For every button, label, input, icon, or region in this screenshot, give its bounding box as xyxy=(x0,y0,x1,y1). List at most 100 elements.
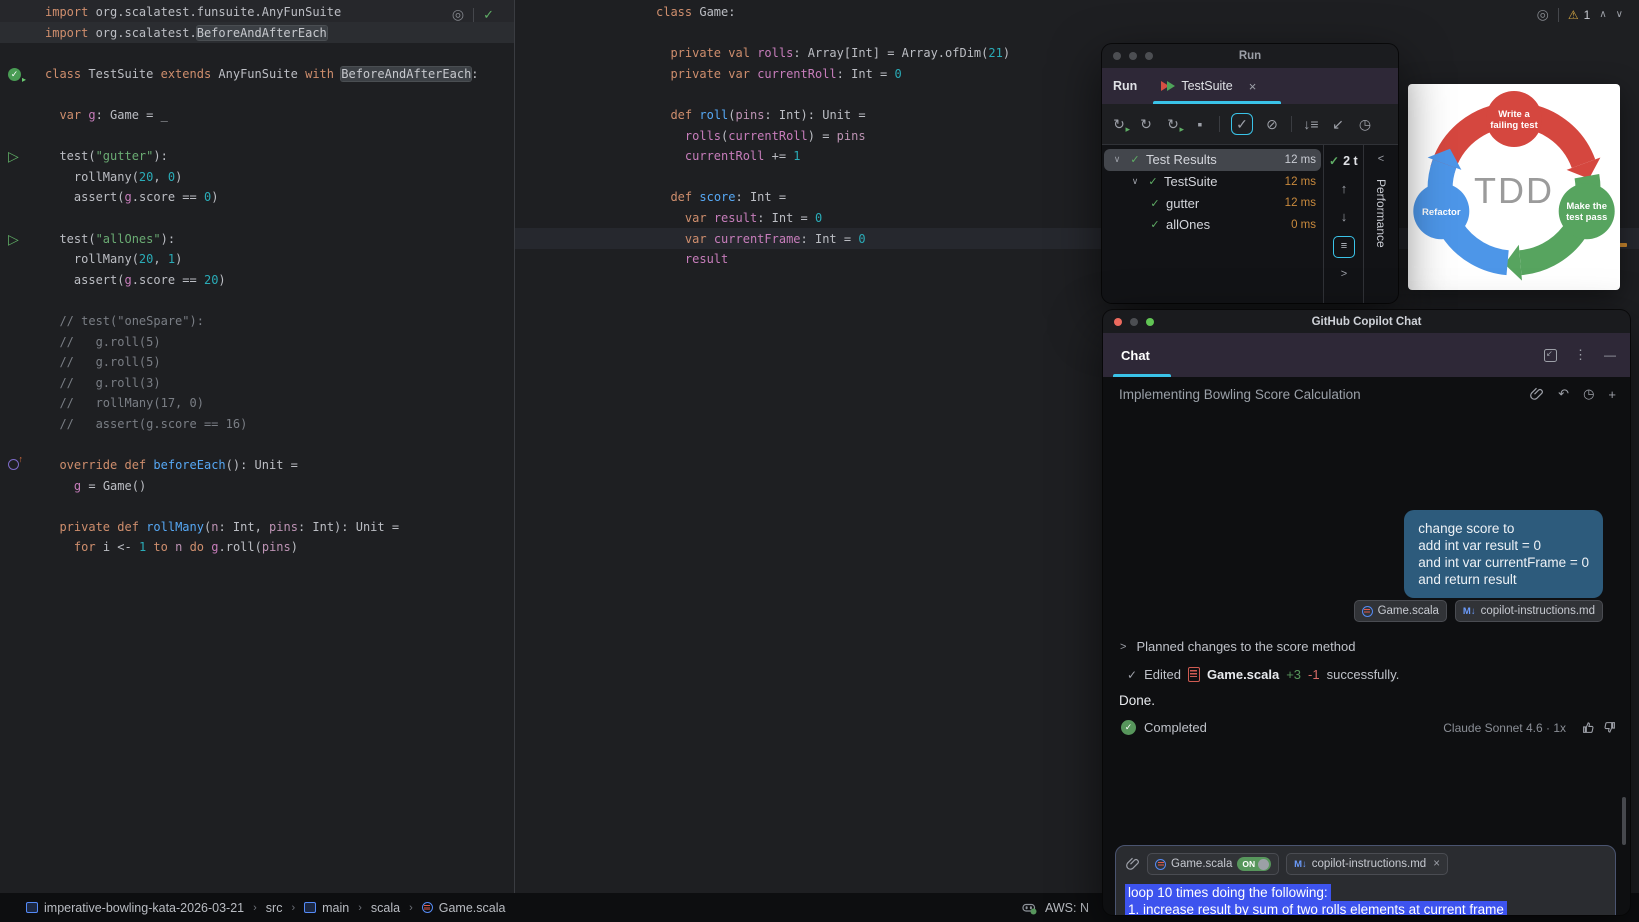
rerun-failed-icon[interactable]: ↻ xyxy=(1138,116,1154,133)
tab-chat[interactable]: Chat xyxy=(1121,348,1150,363)
filter-tests-icon[interactable]: ≡ xyxy=(1333,236,1355,258)
edited-filename[interactable]: Game.scala xyxy=(1207,667,1279,682)
attach-icon[interactable] xyxy=(1530,387,1544,401)
copilot-status-icon[interactable] xyxy=(1022,901,1037,915)
traffic-lights[interactable] xyxy=(1113,52,1153,60)
zoom-window-icon[interactable] xyxy=(1146,317,1154,326)
remove-chip-icon[interactable]: × xyxy=(1433,858,1440,870)
more-options-icon[interactable]: ⋮ xyxy=(1574,347,1587,363)
pane-divider[interactable] xyxy=(514,0,515,893)
sort-icon[interactable]: ↓≡ xyxy=(1303,116,1319,132)
rerun-icon[interactable]: ↻ xyxy=(1111,116,1130,135)
test-tree-row[interactable]: ∨ ✓ TestSuite 12 ms xyxy=(1102,171,1323,193)
close-tab-icon[interactable]: × xyxy=(1249,79,1257,94)
status-widgets[interactable]: AWS: N xyxy=(1022,901,1089,915)
copilot-chat-window[interactable]: GitHub Copilot Chat Chat ⋮ — Implementin… xyxy=(1103,310,1630,915)
performance-tab[interactable]: Performance xyxy=(1374,179,1388,248)
scrollbar[interactable] xyxy=(1622,797,1626,845)
test-nav-column[interactable]: ✓ 2 t ↑ ↓ ≡ > xyxy=(1323,145,1364,303)
check-icon: ✓ xyxy=(1329,154,1340,168)
history-icon[interactable]: ◷ xyxy=(1583,386,1594,402)
show-ignored-icon[interactable]: ⊘ xyxy=(1264,116,1280,133)
close-window-icon[interactable] xyxy=(1113,52,1121,60)
eye-icon[interactable]: ◎ xyxy=(1537,6,1549,23)
test-duration: 12 ms xyxy=(1284,153,1316,166)
context-chip[interactable]: Game.scala xyxy=(1353,600,1447,622)
test-suite-code[interactable]: import org.scalatest.funsuite.AnyFunSuit… xyxy=(45,2,479,558)
code-line: import org.scalatest.funsuite.AnyFunSuit… xyxy=(45,5,342,19)
chat-window-titlebar[interactable]: GitHub Copilot Chat xyxy=(1103,310,1630,333)
test-passed-icon: ✓ xyxy=(1150,219,1160,232)
new-chat-icon[interactable]: + xyxy=(1608,387,1616,402)
performance-panel-stub[interactable]: < Performance xyxy=(1363,145,1398,303)
test-tree[interactable]: ∨ ✓ Test Results 12 ms ∨ ✓ TestSuite 12 ms ✓ gutt… xyxy=(1102,149,1323,236)
context-chip[interactable]: M↓ copilot-instructions.md xyxy=(1454,600,1603,622)
chip-label: Game.scala xyxy=(1171,858,1233,870)
scala-file-icon xyxy=(1187,667,1200,682)
next-test-icon[interactable]: ↓ xyxy=(1324,209,1364,224)
run-test-icon[interactable]: ▷ xyxy=(8,149,19,163)
editor-pane-left[interactable]: import org.scalatest.funsuite.AnyFunSuit… xyxy=(0,0,514,893)
chat-input-box[interactable]: Game.scala ON M↓ copilot-instructions.md × l… xyxy=(1115,845,1616,915)
prev-problem-icon[interactable]: ∧ xyxy=(1599,9,1606,20)
code-line: private var currentRoll: Int = 0 xyxy=(670,66,902,81)
test-tree-row[interactable]: ✓ gutter 12 ms xyxy=(1102,192,1323,214)
minimize-window-icon[interactable] xyxy=(1130,317,1138,326)
breadcrumb[interactable]: imperative-bowling-kata-2026-03-21 › src › m… xyxy=(26,901,505,915)
input-context-chip[interactable]: Game.scala ON xyxy=(1147,853,1280,875)
run-test-icon[interactable]: ▷ xyxy=(8,232,19,246)
run-class-icon[interactable]: ✓ xyxy=(8,67,26,84)
zoom-window-icon[interactable] xyxy=(1145,52,1153,60)
prompt-text-selected[interactable]: loop 10 times doing the following: 1. inc… xyxy=(1125,884,1507,915)
thumbs-up-icon[interactable] xyxy=(1582,721,1595,734)
previous-test-icon[interactable]: ↑ xyxy=(1324,181,1364,196)
show-passed-icon[interactable]: ✓ xyxy=(1231,113,1253,135)
collapse-icon[interactable]: < xyxy=(1364,153,1398,165)
context-chips: Game.scala M↓ copilot-instructions.md xyxy=(1353,600,1603,622)
dock-window-icon[interactable] xyxy=(1544,348,1557,362)
chat-tab-bar[interactable]: Chat ⋮ — xyxy=(1103,333,1630,377)
breadcrumb-item[interactable]: main xyxy=(304,901,349,915)
breadcrumb-item[interactable]: src xyxy=(266,901,283,915)
breadcrumb-item[interactable]: scala xyxy=(371,901,400,915)
history-icon[interactable]: ◷ xyxy=(1357,116,1373,133)
edited-file-row[interactable]: ✓ Edited Game.scala +3 -1 successfully. xyxy=(1127,667,1399,682)
eye-icon[interactable]: ◎ xyxy=(452,6,464,23)
run-tab-bar[interactable]: Run TestSuite × xyxy=(1102,68,1398,104)
stop-icon[interactable]: ▪ xyxy=(1192,116,1208,132)
input-context-chip[interactable]: M↓ copilot-instructions.md × xyxy=(1286,853,1448,875)
no-problems-icon[interactable]: ✓ xyxy=(483,7,494,23)
run-toolbar[interactable]: ↻ ↻ ↻ ▪ ✓ ⊘ ↓≡ ↙ ◷ xyxy=(1102,104,1398,145)
breadcrumb-item[interactable]: imperative-bowling-kata-2026-03-21 xyxy=(26,901,244,915)
tree-chevron-icon[interactable]: ∨ xyxy=(1108,154,1126,165)
thumbs-down-icon[interactable] xyxy=(1603,721,1616,734)
override-icon[interactable] xyxy=(8,454,23,471)
undo-icon[interactable]: ↶ xyxy=(1558,386,1569,402)
breadcrumb-item[interactable]: Game.scala xyxy=(421,901,505,915)
tab-testsuite[interactable]: TestSuite × xyxy=(1161,79,1256,94)
warning-icon[interactable]: ⚠ xyxy=(1568,8,1579,22)
next-problem-icon[interactable]: ∨ xyxy=(1616,9,1623,20)
hide-icon[interactable]: — xyxy=(1604,348,1616,362)
code-line: class TestSuite extends AnyFunSuite with… xyxy=(45,66,479,81)
game-code[interactable]: class Game: private val rolls: Array[Int… xyxy=(656,2,1010,270)
minimize-window-icon[interactable] xyxy=(1129,52,1137,60)
test-tree-row[interactable]: ∨ ✓ Test Results 12 ms xyxy=(1104,149,1321,171)
inspection-widget-right[interactable]: ◎ ⚠ 1 ∧ ∨ xyxy=(1537,6,1623,23)
inspection-widget-left[interactable]: ◎ ✓ xyxy=(452,6,494,23)
aws-status-text[interactable]: AWS: N xyxy=(1045,901,1089,915)
run-window[interactable]: Run Run TestSuite × ↻↻↻▪✓⊘↓≡↙◷ ∨✓Test Re… xyxy=(1102,44,1398,303)
resume-icon[interactable]: ↻ xyxy=(1165,116,1184,135)
run-window-titlebar[interactable]: Run xyxy=(1102,44,1398,68)
attach-icon[interactable] xyxy=(1126,857,1140,871)
traffic-lights[interactable] xyxy=(1114,317,1154,326)
import-results-icon[interactable]: ↙ xyxy=(1330,116,1346,133)
tree-chevron-icon[interactable]: ∨ xyxy=(1126,176,1144,187)
planned-changes-row[interactable]: > Planned changes to the score method xyxy=(1120,639,1355,654)
test-tree-row[interactable]: ✓ allOnes 0 ms xyxy=(1102,214,1323,236)
code-line: // g.roll(3) xyxy=(45,375,161,390)
close-window-icon[interactable] xyxy=(1114,317,1122,326)
expand-chevron-icon[interactable]: > xyxy=(1120,641,1126,653)
context-on-toggle[interactable]: ON xyxy=(1237,857,1272,871)
expand-panel-icon[interactable]: > xyxy=(1324,268,1364,280)
